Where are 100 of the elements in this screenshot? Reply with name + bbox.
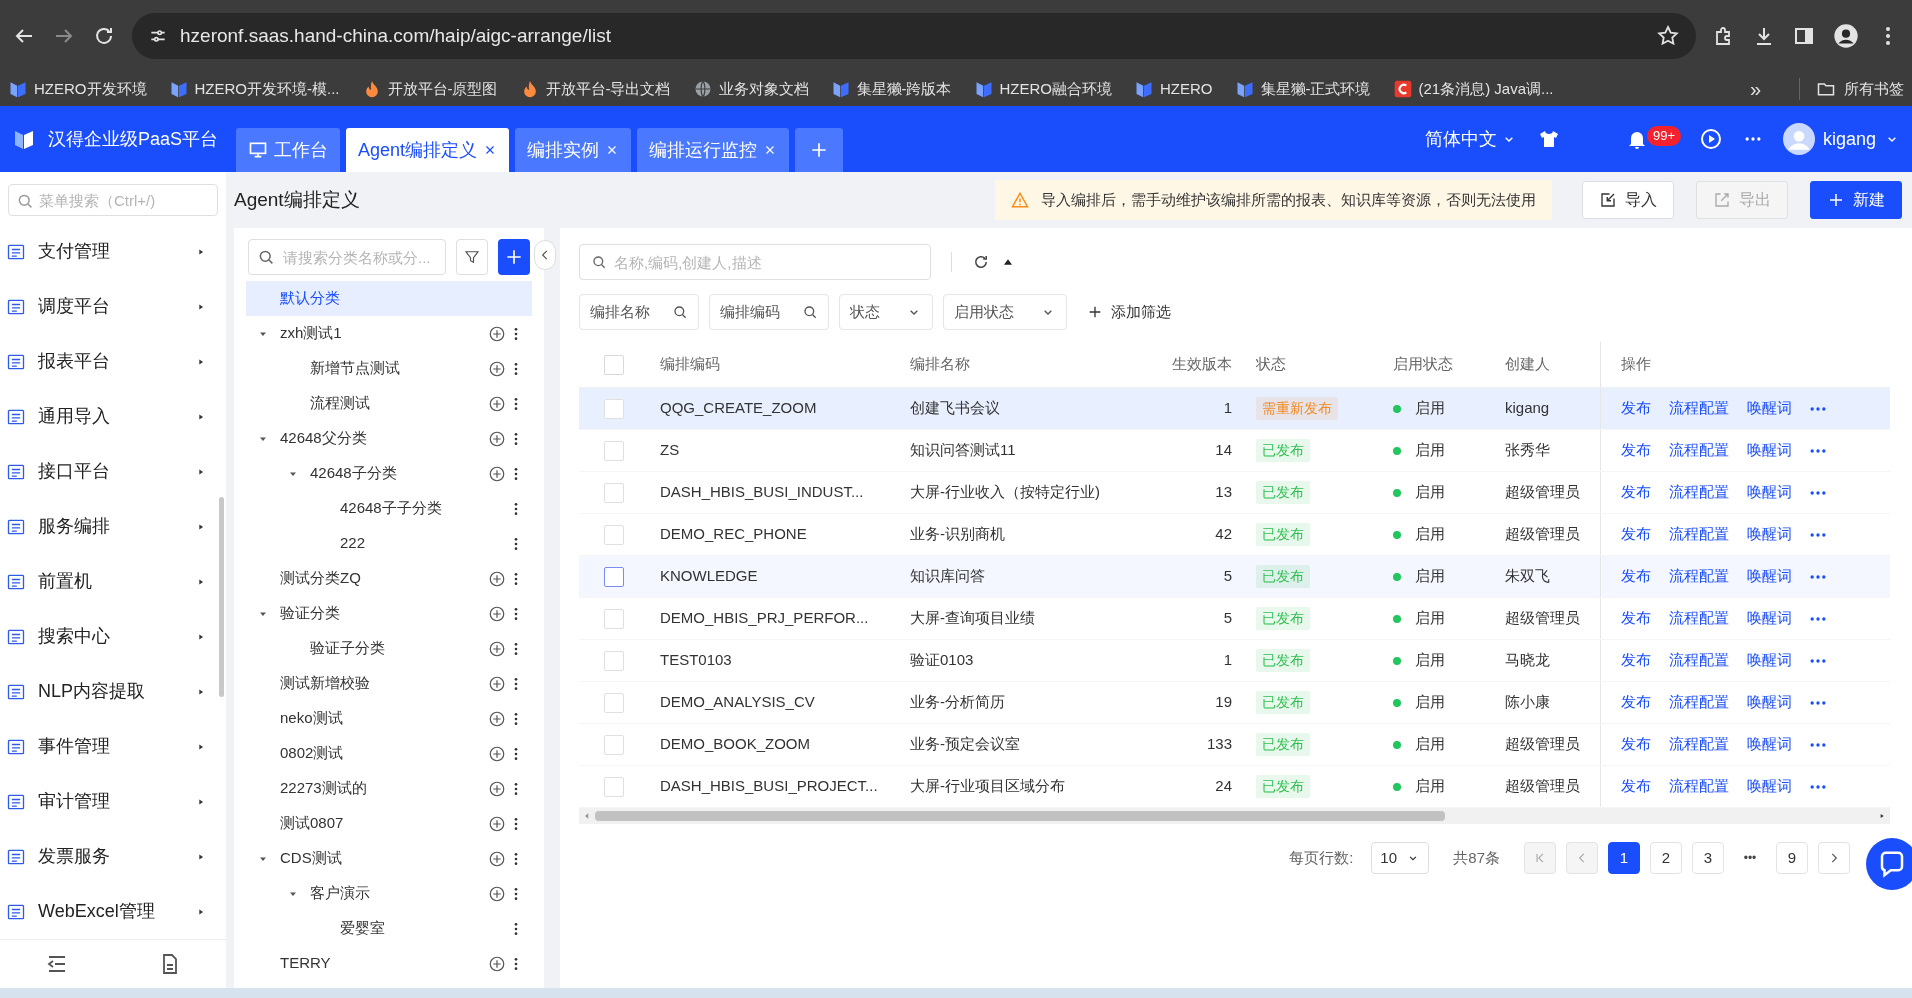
action-link[interactable]: 唤醒词 [1747,733,1792,756]
tree-item[interactable]: 测试分类ZQ [246,561,532,596]
tree-item[interactable]: 验证分类 [246,596,532,631]
bookmark[interactable]: 开放平台-导出文档 [519,77,671,101]
add-circle-icon[interactable] [488,709,506,728]
action-link[interactable]: 发布 [1621,775,1651,798]
action-link[interactable]: 流程配置 [1669,439,1729,462]
scroll-right-icon[interactable] [1878,812,1886,820]
page-button[interactable]: 1 [1608,842,1640,874]
add-circle-icon[interactable] [488,744,506,763]
add-circle-icon[interactable] [488,394,506,413]
table-row[interactable]: DASH_HBIS_BUSI_INDUST... 大屏-行业收入（按特定行业) 13 已发布 启用 超级管理员 发布 流程配置 唤醒词 [579,472,1890,514]
new-button[interactable]: 新建 [1810,181,1902,219]
tree-item[interactable]: 42648父分类 [246,421,532,456]
tab[interactable]: Agent编排定义 [346,128,510,172]
filter-field[interactable]: 状态 [839,294,933,330]
tree-item[interactable]: TERRY [246,946,532,981]
scrollbar-thumb[interactable] [219,497,224,697]
bookmark[interactable]: HZERO开发环境 [8,77,147,101]
table-row[interactable]: DEMO_BOOK_ZOOM 业务-预定会议室 133 已发布 启用 超级管理员 发布 流程配置 唤醒词 [579,724,1890,766]
action-link[interactable]: 唤醒词 [1747,397,1792,420]
tree-item[interactable]: 流程测试 [246,386,532,421]
tree-item[interactable]: zxh测试1 [246,316,532,351]
tree-item[interactable]: 22273测试的 [246,771,532,806]
page-size-select[interactable]: 10 [1371,842,1430,874]
action-link[interactable]: 流程配置 [1669,733,1729,756]
tree-item[interactable]: 42648子子分类 [246,491,532,526]
profile-icon[interactable] [1832,22,1860,50]
add-circle-icon[interactable] [488,954,506,973]
menu-item[interactable]: 前置机 [0,554,226,609]
user-menu[interactable]: kigang [1782,123,1900,155]
toolbar-button[interactable]: 导入 [1582,181,1674,219]
assistant-button[interactable] [1866,838,1912,890]
table-row[interactable]: ZS 知识问答测试11 14 已发布 启用 张秀华 发布 流程配置 唤醒词 [579,430,1890,472]
action-link[interactable]: 流程配置 [1669,775,1729,798]
action-link[interactable]: 唤醒词 [1747,523,1792,546]
menu-search-field[interactable]: 菜单搜索（Ctrl+/) [8,184,218,216]
horizontal-scrollbar[interactable] [579,808,1890,824]
tab[interactable]: 编排实例 [515,128,632,172]
action-link[interactable]: 流程配置 [1669,649,1729,672]
table-row[interactable]: QQG_CREATE_ZOOM 创建飞书会议 1 需重新发布 启用 kigang 发布 流程配置 唤醒词 [579,388,1890,430]
bookmark[interactable]: HZERO融合环境 [973,77,1112,101]
add-circle-icon[interactable] [488,359,506,378]
menu-item[interactable]: WebExcel管理 [0,884,226,939]
action-link[interactable]: 唤醒词 [1747,691,1792,714]
add-circle-icon[interactable] [488,604,506,623]
action-link[interactable]: 唤醒词 [1747,439,1792,462]
bookmark[interactable]: HZERO [1134,77,1213,101]
tree-item[interactable]: 默认分类 [246,281,532,316]
action-link[interactable]: 发布 [1621,481,1651,504]
filter-field[interactable]: 编排名称 [579,294,699,330]
add-circle-icon[interactable] [488,814,506,833]
action-link[interactable]: 发布 [1621,439,1651,462]
page-button[interactable]: 9 [1776,842,1808,874]
page-button[interactable]: 2 [1650,842,1682,874]
language-select[interactable]: 简体中文 [1424,125,1517,153]
action-link[interactable]: 唤醒词 [1747,565,1792,588]
table-row[interactable]: TEST0103 验证0103 1 已发布 启用 马晓龙 发布 流程配置 唤醒词 [579,640,1890,682]
tree-item[interactable]: 测试新增校验 [246,666,532,701]
tree-item[interactable]: CDS测试 [246,841,532,876]
tree-item[interactable]: 验证子分类 [246,631,532,666]
add-filter-button[interactable]: 添加筛选 [1077,294,1181,330]
tree-item[interactable]: 42648子分类 [246,456,532,491]
add-circle-icon[interactable] [488,849,506,868]
menu-item[interactable]: 审计管理 [0,774,226,829]
action-link[interactable]: 发布 [1621,607,1651,630]
bookmark[interactable]: (21条消息) Java调... [1392,77,1554,101]
tree-item[interactable]: 新增节点测试 [246,351,532,386]
add-circle-icon[interactable] [488,639,506,658]
bookmark[interactable]: 开放平台-原型图 [361,77,498,101]
action-link[interactable]: 发布 [1621,649,1651,672]
add-category-button[interactable] [498,239,530,275]
action-link[interactable]: 流程配置 [1669,691,1729,714]
collapse-panel-button[interactable] [534,240,556,270]
action-link[interactable]: 流程配置 [1669,523,1729,546]
action-link[interactable]: 发布 [1621,397,1651,420]
add-tab-button[interactable] [795,128,844,172]
more-pages-button[interactable]: ••• [1734,842,1766,874]
table-search-field[interactable]: 名称,编码,创建人,描述 [579,244,931,280]
action-link[interactable]: 发布 [1621,691,1651,714]
add-circle-icon[interactable] [488,569,506,588]
action-link[interactable]: 发布 [1621,733,1651,756]
add-circle-icon[interactable] [488,464,506,483]
action-link[interactable]: 唤醒词 [1747,775,1792,798]
tree-item[interactable]: 爱婴室 [246,911,532,946]
add-circle-icon[interactable] [488,429,506,448]
add-circle-icon[interactable] [488,674,506,693]
more-bookmarks-button[interactable]: » [1749,74,1761,104]
action-link[interactable]: 流程配置 [1669,565,1729,588]
menu-item[interactable]: 支付管理 [0,224,226,279]
menu-item[interactable]: 报表平台 [0,334,226,389]
menu-item[interactable]: 调度平台 [0,279,226,334]
tree-item[interactable]: 测试0807 [246,806,532,841]
tree-item[interactable]: 0802测试 [246,736,532,771]
bookmark-star-icon[interactable] [1656,24,1680,48]
bookmark[interactable]: 集星獭-跨版本 [830,77,952,101]
filter-field[interactable]: 启用状态 [943,294,1067,330]
menu-item[interactable]: 事件管理 [0,719,226,774]
action-link[interactable]: 流程配置 [1669,481,1729,504]
menu-item[interactable]: 发票服务 [0,829,226,884]
